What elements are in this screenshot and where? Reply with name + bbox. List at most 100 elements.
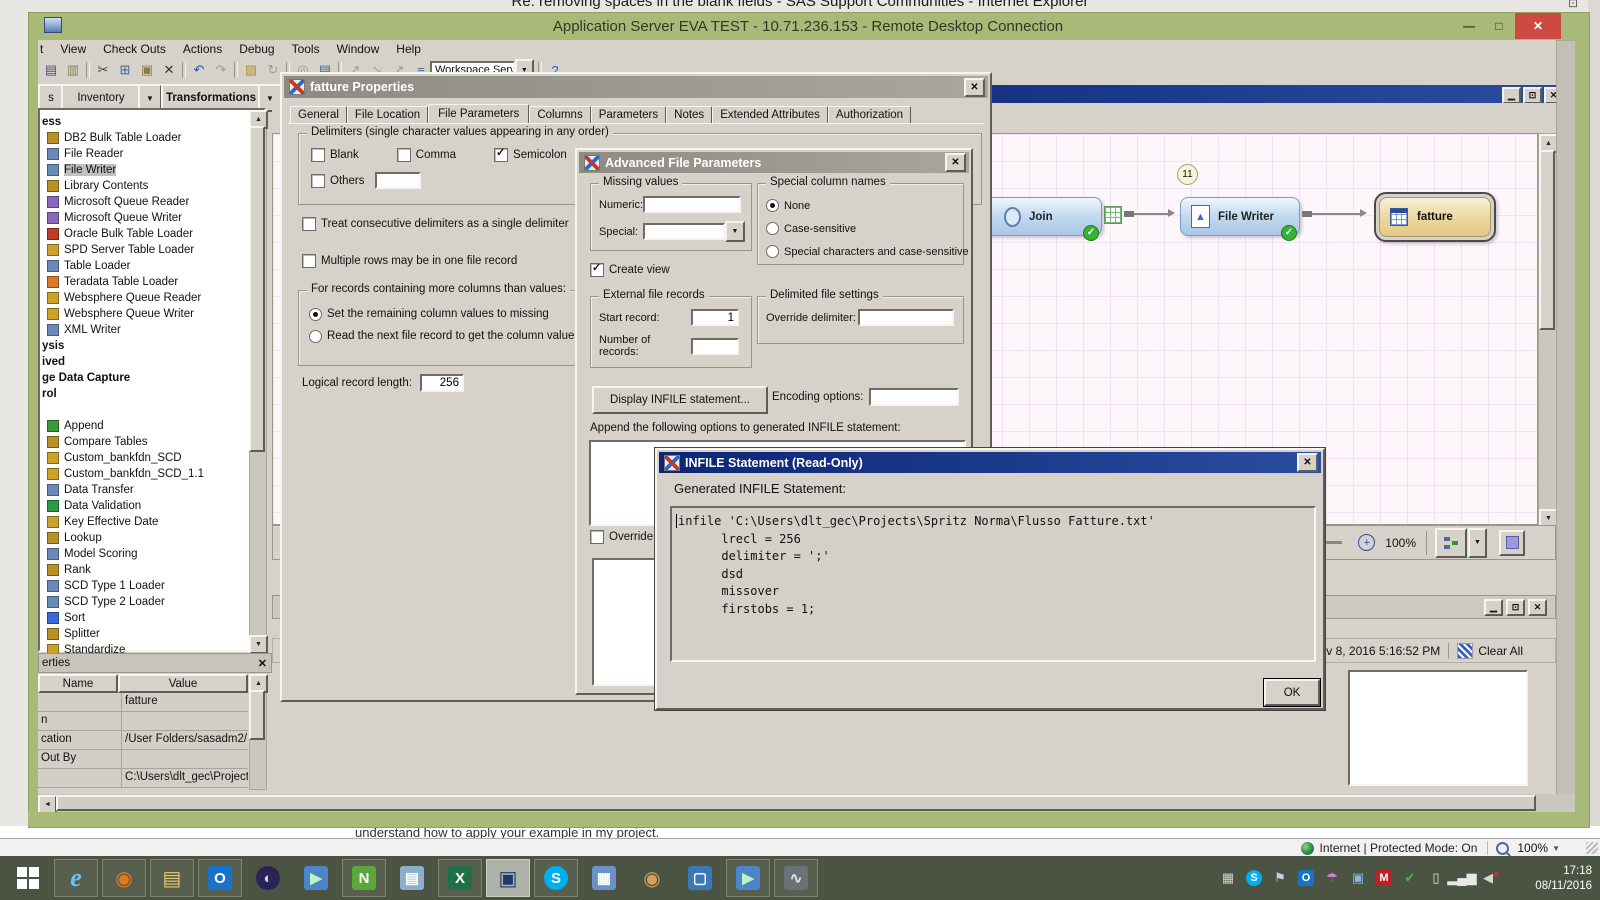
start-record-input[interactable] [691,309,739,326]
menu-item[interactable]: Help [396,42,421,56]
numeric-input[interactable] [643,196,741,213]
dialog-tab[interactable]: Parameters [591,106,666,123]
tree-item[interactable]: Microsoft Queue Reader [40,194,248,210]
tree-item[interactable]: SPD Server Table Loader [40,242,248,258]
volume-muted-tray[interactable]: ◀ [1476,865,1500,891]
rdp-close-button[interactable]: ✕ [1515,13,1561,39]
create-view-checkbox[interactable]: Create view [590,263,670,277]
tree-item[interactable]: Custom_bankfdn_SCD [40,450,248,466]
ie-zoom-level[interactable]: 100% [1517,841,1548,855]
advanced-close-icon[interactable] [945,153,966,172]
clear-all-button[interactable]: Clear All [1478,644,1523,658]
firefox-task[interactable]: ◉ [102,859,146,897]
canvas-scroll-thumb[interactable] [1539,150,1555,330]
print-icon[interactable]: ▥ [64,61,82,79]
node-join[interactable]: Join [975,197,1102,236]
properties-col-name[interactable]: Name [38,674,118,693]
others-input[interactable] [375,172,421,189]
outlook-tray[interactable]: O [1294,865,1318,891]
tree-scroll-thumb[interactable] [249,126,265,452]
overview-button[interactable] [1499,530,1525,556]
resize-grip[interactable] [1586,842,1598,854]
tree-item[interactable]: Websphere Queue Reader [40,290,248,306]
join-output-table-icon[interactable] [1104,206,1122,224]
db-run-task[interactable]: ▶ [294,859,338,897]
layout-dropdown-icon[interactable]: ▼ [1468,528,1487,558]
tree-item[interactable]: File Reader [40,146,248,162]
multiple-rows-checkbox[interactable]: Multiple rows may be in one file record [302,254,517,268]
display-settings-task[interactable]: ▢ [678,859,722,897]
perfmon-task[interactable]: ∿ [774,859,818,897]
tree-item[interactable]: Compare Tables [40,434,248,450]
tree-item[interactable] [40,402,248,418]
properties-close-icon[interactable]: ✕ [258,657,267,670]
toolbar-separator[interactable] [234,62,238,78]
tree-item[interactable]: Rank [40,562,248,578]
tree-item[interactable]: DB2 Bulk Table Loader [40,130,248,146]
property-row[interactable]: n [38,712,248,731]
safely-remove-tray[interactable]: ✔ [1398,865,1422,891]
delimiter-checkbox[interactable]: Semicolon [494,148,567,162]
tree-item[interactable]: Data Validation [40,498,248,514]
tree-item[interactable]: Key Effective Date [40,514,248,530]
treat-consecutive-checkbox[interactable]: Treat consecutive delimiters as a single… [302,217,569,231]
lrl-input[interactable] [420,374,464,392]
checkouts-folder-icon[interactable]: ▨ [242,61,260,79]
job-restore-icon[interactable] [1523,87,1542,104]
details-close-icon[interactable] [1528,599,1547,616]
dialog-tab[interactable]: Authorization [828,106,911,123]
copy-icon[interactable]: ⊞ [116,61,134,79]
tree-item[interactable]: Oracle Bulk Table Loader [40,226,248,242]
details-maximize-icon[interactable] [1506,599,1525,616]
tree-item[interactable]: Websphere Queue Writer [40,306,248,322]
tree-item[interactable]: Table Loader [40,258,248,274]
encoding-options-input[interactable] [869,388,959,406]
eclipse-task[interactable]: ◐ [246,859,290,897]
node-fatture-selected[interactable]: fatture [1374,192,1496,242]
properties-col-value[interactable]: Value [118,674,248,693]
auto-layout-button[interactable] [1435,528,1467,558]
taskbar-clock[interactable]: 17:18 08/11/2016 [1510,864,1592,894]
properties-scroll-thumb[interactable] [249,690,265,740]
notepadpp-task[interactable]: N [342,859,386,897]
tree-item[interactable]: Append [40,418,248,434]
tree-item[interactable]: File Writer [40,162,248,178]
power-tray[interactable]: ▯ [1424,865,1448,891]
flag-tray[interactable]: ⚑ [1268,865,1292,891]
special-column-radio[interactable]: Special characters and case-sensitive [766,240,963,263]
tree-item[interactable]: ived [40,354,248,370]
internet-explorer-task[interactable]: e [54,859,98,897]
display-infile-button[interactable]: Display INFILE statement... [592,386,768,414]
tree-item[interactable]: ysis [40,338,248,354]
delete-icon[interactable]: ✕ [160,61,178,79]
tree-item[interactable]: Microsoft Queue Writer [40,210,248,226]
special-dropdown-icon[interactable]: ▼ [725,221,745,242]
delimiter-checkbox[interactable]: Blank [311,148,359,162]
node-file-writer[interactable]: File Writer [1180,197,1300,236]
property-row[interactable]: C:\Users\dlt_gec\Projects\... [38,769,248,788]
override-generated-checkbox[interactable]: Override g [590,530,663,544]
override-delimiter-input[interactable] [858,309,954,326]
property-row[interactable]: fatture [38,693,248,712]
details-minimize-icon[interactable] [1484,599,1503,616]
property-row[interactable]: cation /User Folders/sasadm2/My... [38,731,248,750]
ie-zoom-dropdown-icon[interactable]: ▼ [1552,844,1560,853]
tree-item[interactable]: ge Data Capture [40,370,248,386]
number-of-records-input[interactable] [691,338,739,355]
dialog-tab[interactable]: File Location [347,106,428,123]
rdp-minimize-button[interactable]: — [1455,14,1483,38]
ok-button[interactable]: OK [1264,679,1320,706]
hidden-icons[interactable]: ▦ [1216,865,1240,891]
tree-item[interactable]: Sort [40,610,248,626]
notepad-task[interactable]: ▤ [390,859,434,897]
tree-item[interactable]: SCD Type 2 Loader [40,594,248,610]
excel-task[interactable]: X [438,859,482,897]
redo-icon[interactable]: ↷ [212,61,230,79]
menu-item[interactable]: Window [337,42,380,56]
special-column-radio[interactable]: Case-sensitive [766,217,963,240]
rdp-title-bar[interactable]: Application Server EVA TEST - 10.71.236.… [28,12,1588,40]
delimiter-checkbox[interactable]: Comma [397,148,456,162]
ie-restore-icon[interactable]: ⊡ [1568,0,1578,10]
tree-item[interactable]: Teradata Table Loader [40,274,248,290]
special-combo[interactable] [643,223,725,240]
